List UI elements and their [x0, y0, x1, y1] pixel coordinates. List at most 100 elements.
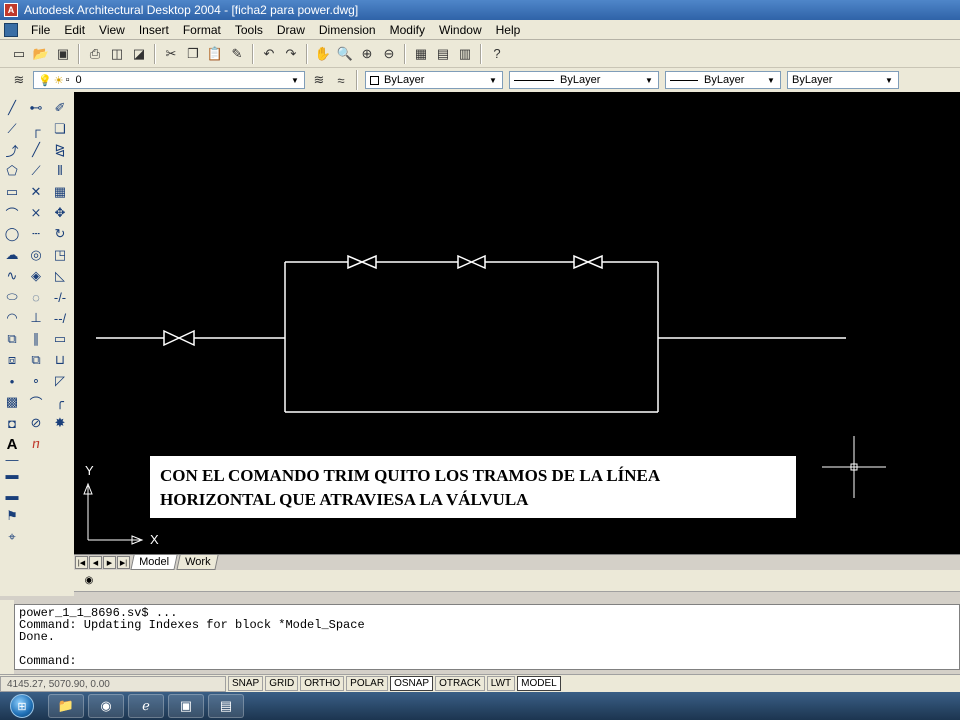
polyline-icon[interactable]: ⤴ [2, 140, 22, 160]
grid-toggle[interactable]: GRID [265, 676, 299, 691]
paste-icon[interactable]: 📋 [205, 44, 225, 64]
print-icon[interactable]: ⎙ [85, 44, 105, 64]
trim-icon[interactable]: -/- [50, 287, 70, 307]
array-icon[interactable]: ▦ [50, 182, 70, 202]
chevron-down-icon[interactable]: ▼ [882, 73, 896, 87]
tab-work[interactable]: Work [176, 555, 220, 570]
rectangle-icon[interactable]: ▭ [2, 182, 22, 202]
properties-icon[interactable]: ▦ [411, 44, 431, 64]
new-icon[interactable]: ▭ [9, 44, 29, 64]
copy-object-icon[interactable]: ❏ [50, 119, 70, 139]
next-tab-icon[interactable]: ▶ [103, 556, 116, 569]
snap-quadrant-icon[interactable]: ◈ [26, 266, 46, 286]
line-icon[interactable]: ╱ [2, 98, 22, 118]
layer-tool-icon[interactable]: ▬ [2, 464, 22, 484]
menu-file[interactable]: File [24, 20, 57, 40]
menu-insert[interactable]: Insert [132, 20, 176, 40]
snap-intersection-icon[interactable]: ✕ [26, 182, 46, 202]
make-block-icon[interactable]: ⧈ [2, 350, 22, 370]
snap-midpoint-icon[interactable]: ⟋ [26, 161, 46, 181]
offset-icon[interactable]: ⫴ [50, 161, 70, 181]
spline-icon[interactable]: ∿ [2, 266, 22, 286]
snap-extension-icon[interactable]: ┄ [26, 224, 46, 244]
media-player-icon[interactable]: ◉ [88, 694, 124, 718]
chevron-down-icon[interactable]: ▼ [642, 73, 656, 87]
start-button[interactable]: ⊞ [0, 692, 44, 720]
polar-toggle[interactable]: POLAR [346, 676, 389, 691]
snap-insert-icon[interactable]: ⧉ [26, 350, 46, 370]
temp-tracking-icon[interactable]: ⊷ [26, 98, 46, 118]
color-dropdown[interactable]: ByLayer ▼ [365, 71, 503, 89]
command-prompt[interactable]: Command: [19, 655, 77, 667]
internet-explorer-icon[interactable]: ℯ [128, 694, 164, 718]
arc-icon[interactable]: ⌒ [2, 203, 22, 223]
chevron-down-icon[interactable]: ▼ [486, 73, 500, 87]
snap-apparent-intersection-icon[interactable]: ⨯ [26, 203, 46, 223]
layer-tool-2-icon[interactable]: ▬ [2, 485, 22, 505]
osnap-settings-icon[interactable]: ⴖ [26, 434, 46, 454]
ellipse-arc-icon[interactable]: ◠ [2, 308, 22, 328]
circle-icon[interactable]: ◯ [2, 224, 22, 244]
last-tab-icon[interactable]: ▶| [117, 556, 130, 569]
chevron-down-icon[interactable]: ▼ [764, 73, 778, 87]
command-window[interactable]: power_1_1_8696.sv$ ... Command: Updating… [14, 604, 960, 670]
lwt-toggle[interactable]: LWT [486, 676, 516, 691]
zoom-previous-icon[interactable]: ⊖ [379, 44, 399, 64]
menu-draw[interactable]: Draw [270, 20, 312, 40]
ellipse-icon[interactable]: ⬭ [2, 287, 22, 307]
attribute-icon[interactable]: ⚑ [2, 506, 22, 526]
chamfer-icon[interactable]: ◸ [50, 371, 70, 391]
zoom-realtime-icon[interactable]: 🔍 [335, 44, 355, 64]
revision-cloud-icon[interactable]: ☁ [2, 245, 22, 265]
extend-icon[interactable]: --/ [50, 308, 70, 328]
snap-endpoint-icon[interactable]: ╱ [26, 140, 46, 160]
break-at-point-icon[interactable]: ▭ [50, 329, 70, 349]
plotstyle-dropdown[interactable]: ByLayer ▼ [787, 71, 899, 89]
menu-view[interactable]: View [92, 20, 132, 40]
autodesk-app-icon[interactable]: A [4, 3, 18, 17]
mirror-icon[interactable]: ⧎ [50, 140, 70, 160]
field-icon[interactable]: ⌖ [2, 527, 22, 547]
coordinate-display[interactable]: 4145.27, 5070.90, 0.00 [0, 675, 226, 692]
layer-dropdown[interactable]: 💡 ☀ ▫ 0 ▼ [33, 71, 305, 89]
snap-tangent-icon[interactable]: ◌ [26, 287, 46, 307]
layer-manager-icon[interactable]: ≋ [9, 70, 29, 90]
snap-none-icon[interactable]: ⊘ [26, 413, 46, 433]
otrack-toggle[interactable]: OTRACK [435, 676, 485, 691]
fillet-icon[interactable]: ╭ [50, 392, 70, 412]
menu-window[interactable]: Window [432, 20, 489, 40]
prev-tab-icon[interactable]: ◀ [89, 556, 102, 569]
zoom-window-icon[interactable]: ⊕ [357, 44, 377, 64]
design-center-icon[interactable]: ▤ [433, 44, 453, 64]
lineweight-dropdown[interactable]: ByLayer ▼ [665, 71, 781, 89]
powerpoint-taskbar-icon[interactable]: ▤ [208, 694, 244, 718]
publish-icon[interactable]: ◪ [129, 44, 149, 64]
explode-icon[interactable]: ✸ [50, 413, 70, 433]
rotate-icon[interactable]: ↻ [50, 224, 70, 244]
erase-icon[interactable]: ✐ [50, 98, 70, 118]
snap-center-icon[interactable]: ◎ [26, 245, 46, 265]
linetype-dropdown[interactable]: ByLayer ▼ [509, 71, 659, 89]
first-tab-icon[interactable]: |◀ [75, 556, 88, 569]
model-toggle[interactable]: MODEL [517, 676, 561, 691]
match-properties-icon[interactable]: ✎ [227, 44, 247, 64]
menu-edit[interactable]: Edit [57, 20, 92, 40]
open-icon[interactable]: 📂 [31, 44, 51, 64]
plot-preview-icon[interactable]: ◫ [107, 44, 127, 64]
stretch-icon[interactable]: ◺ [50, 266, 70, 286]
document-icon[interactable] [4, 22, 18, 37]
move-icon[interactable]: ✥ [50, 203, 70, 223]
point-icon[interactable]: • [2, 371, 22, 391]
make-object-layer-current-icon[interactable]: ≋ [309, 70, 329, 90]
save-icon[interactable]: ▣ [53, 44, 73, 64]
drawing-canvas[interactable]: Y X CON EL COMANDO TRIM QUITO LOS TRAMOS… [74, 92, 960, 554]
pan-icon[interactable]: ✋ [313, 44, 333, 64]
snap-nearest-icon[interactable]: ⌒ [26, 392, 46, 412]
help-icon[interactable]: ? [487, 44, 507, 64]
folder-icon[interactable]: 📁 [48, 694, 84, 718]
layer-previous-icon[interactable]: ≈ [331, 70, 351, 90]
snap-parallel-icon[interactable]: ∥ [26, 329, 46, 349]
autocad-taskbar-icon[interactable]: ▣ [168, 694, 204, 718]
tab-model[interactable]: Model [130, 555, 178, 570]
redo-icon[interactable]: ↷ [281, 44, 301, 64]
